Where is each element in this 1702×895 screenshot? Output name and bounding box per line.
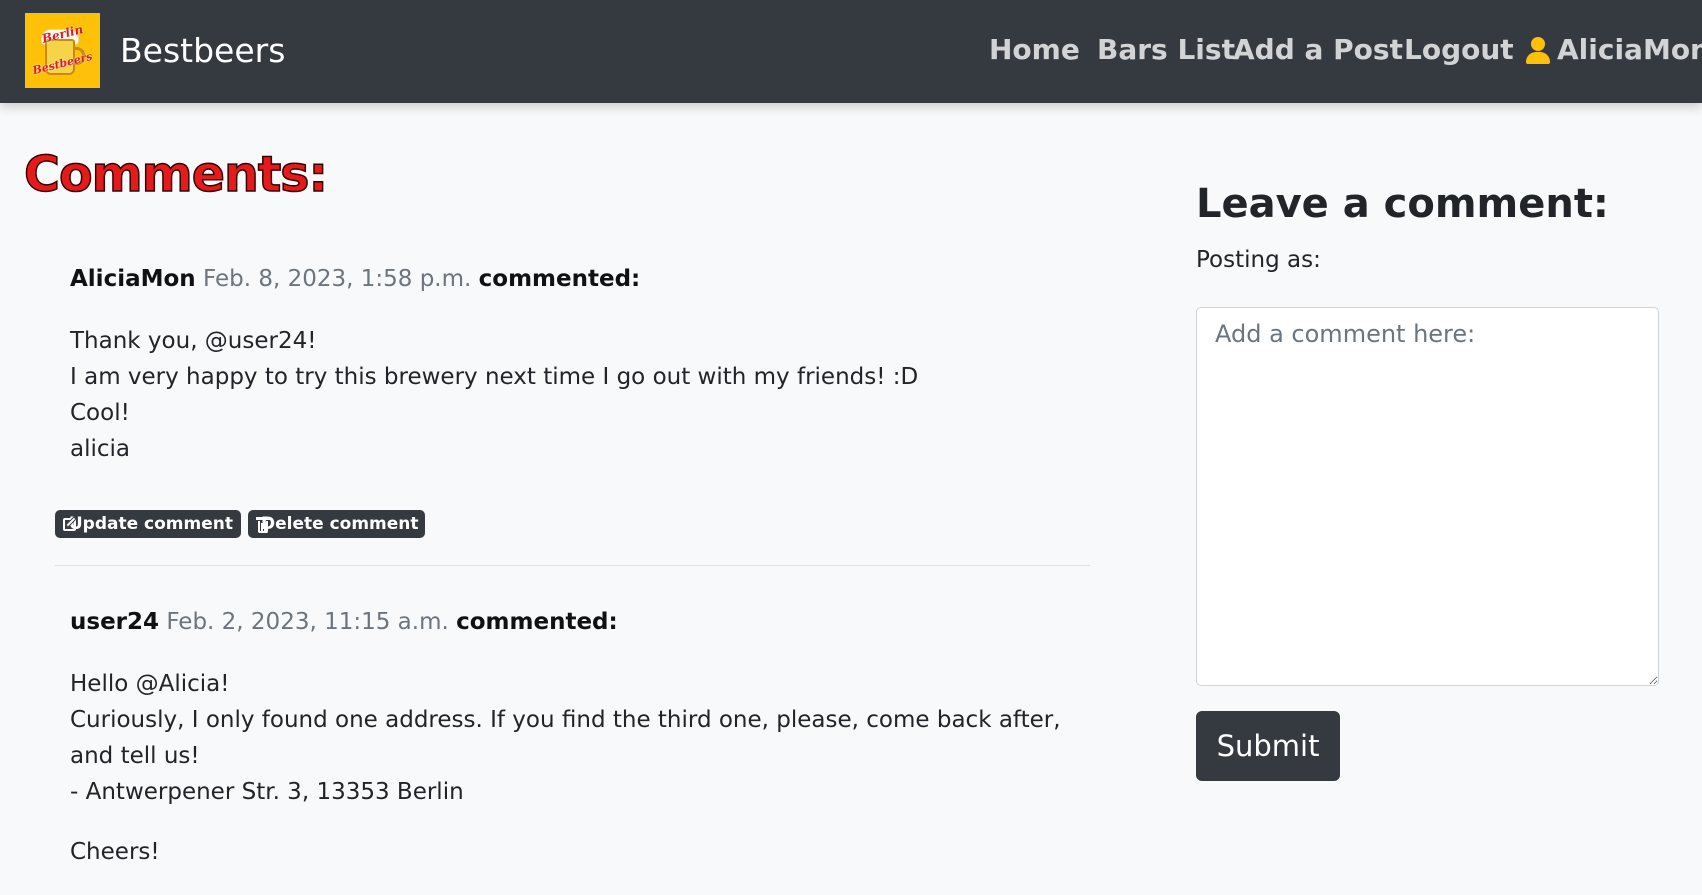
comment-line: I am very happy to try this brewery next…	[70, 364, 919, 390]
comment-line: - Antwerpener Str. 3, 13353 Berlin	[70, 779, 464, 805]
brand-name[interactable]: Bestbeers	[120, 31, 285, 70]
submit-button[interactable]: Submit	[1196, 711, 1340, 781]
nav-user-link[interactable]: AliciaMon	[1525, 33, 1702, 66]
comment-verb: commented:	[456, 609, 618, 635]
comment-body: Thank you, @user24! I am very happy to t…	[70, 323, 918, 467]
comments-heading: Comments:	[23, 145, 329, 204]
comment-date: Feb. 8, 2023, 1:58 p.m.	[202, 266, 472, 292]
nav-home-link[interactable]: Home	[989, 33, 1080, 66]
leave-comment-heading: Leave a comment:	[1196, 181, 1609, 227]
user-icon	[1525, 35, 1551, 65]
comment-author: user24	[70, 609, 160, 635]
comment-author: AliciaMon	[70, 266, 196, 292]
nav-logout-link[interactable]: Logout	[1404, 33, 1514, 66]
nav-add-post-link[interactable]: Add a Post	[1233, 33, 1403, 66]
comment-line: alicia	[70, 436, 131, 462]
navbar: Berlin Bestbeers Bestbeers Home Bars Lis…	[0, 0, 1702, 103]
nav-bars-list-link[interactable]: Bars List	[1097, 33, 1235, 66]
update-comment-label: Update comment	[68, 514, 233, 534]
comment-line: Hello @Alicia!	[70, 671, 230, 697]
comment-closing: Cheers!	[70, 839, 160, 865]
logo[interactable]: Berlin Bestbeers	[25, 13, 100, 88]
update-comment-button[interactable]: Update comment	[55, 510, 241, 538]
comment-line: Curiously, I only found one address. If …	[70, 707, 1061, 769]
comment-verb: commented:	[478, 266, 641, 292]
delete-comment-label: Delete comment	[261, 514, 419, 534]
posting-as-label: Posting as:	[1196, 247, 1321, 273]
comment-item: AliciaMon Feb. 8, 2023, 1:58 p.m. commen…	[70, 266, 1070, 462]
comment-meta: AliciaMon Feb. 8, 2023, 1:58 p.m. commen…	[70, 266, 1070, 292]
comment-textarea[interactable]	[1196, 307, 1659, 686]
comment-item: user24 Feb. 2, 2023, 11:15 a.m. commente…	[70, 609, 1070, 865]
comment-body: Hello @Alicia! Curiously, I only found o…	[70, 666, 1070, 870]
comment-date: Feb. 2, 2023, 11:15 a.m.	[166, 609, 449, 635]
nav-user-label: AliciaMon	[1557, 33, 1702, 66]
edit-icon	[63, 516, 77, 532]
comment-divider	[55, 565, 1090, 566]
comment-line: Cool!	[70, 400, 130, 426]
comment-line: Thank you, @user24!	[70, 328, 317, 354]
comment-meta: user24 Feb. 2, 2023, 11:15 a.m. commente…	[70, 609, 1070, 635]
delete-comment-button[interactable]: Delete comment	[248, 510, 425, 538]
